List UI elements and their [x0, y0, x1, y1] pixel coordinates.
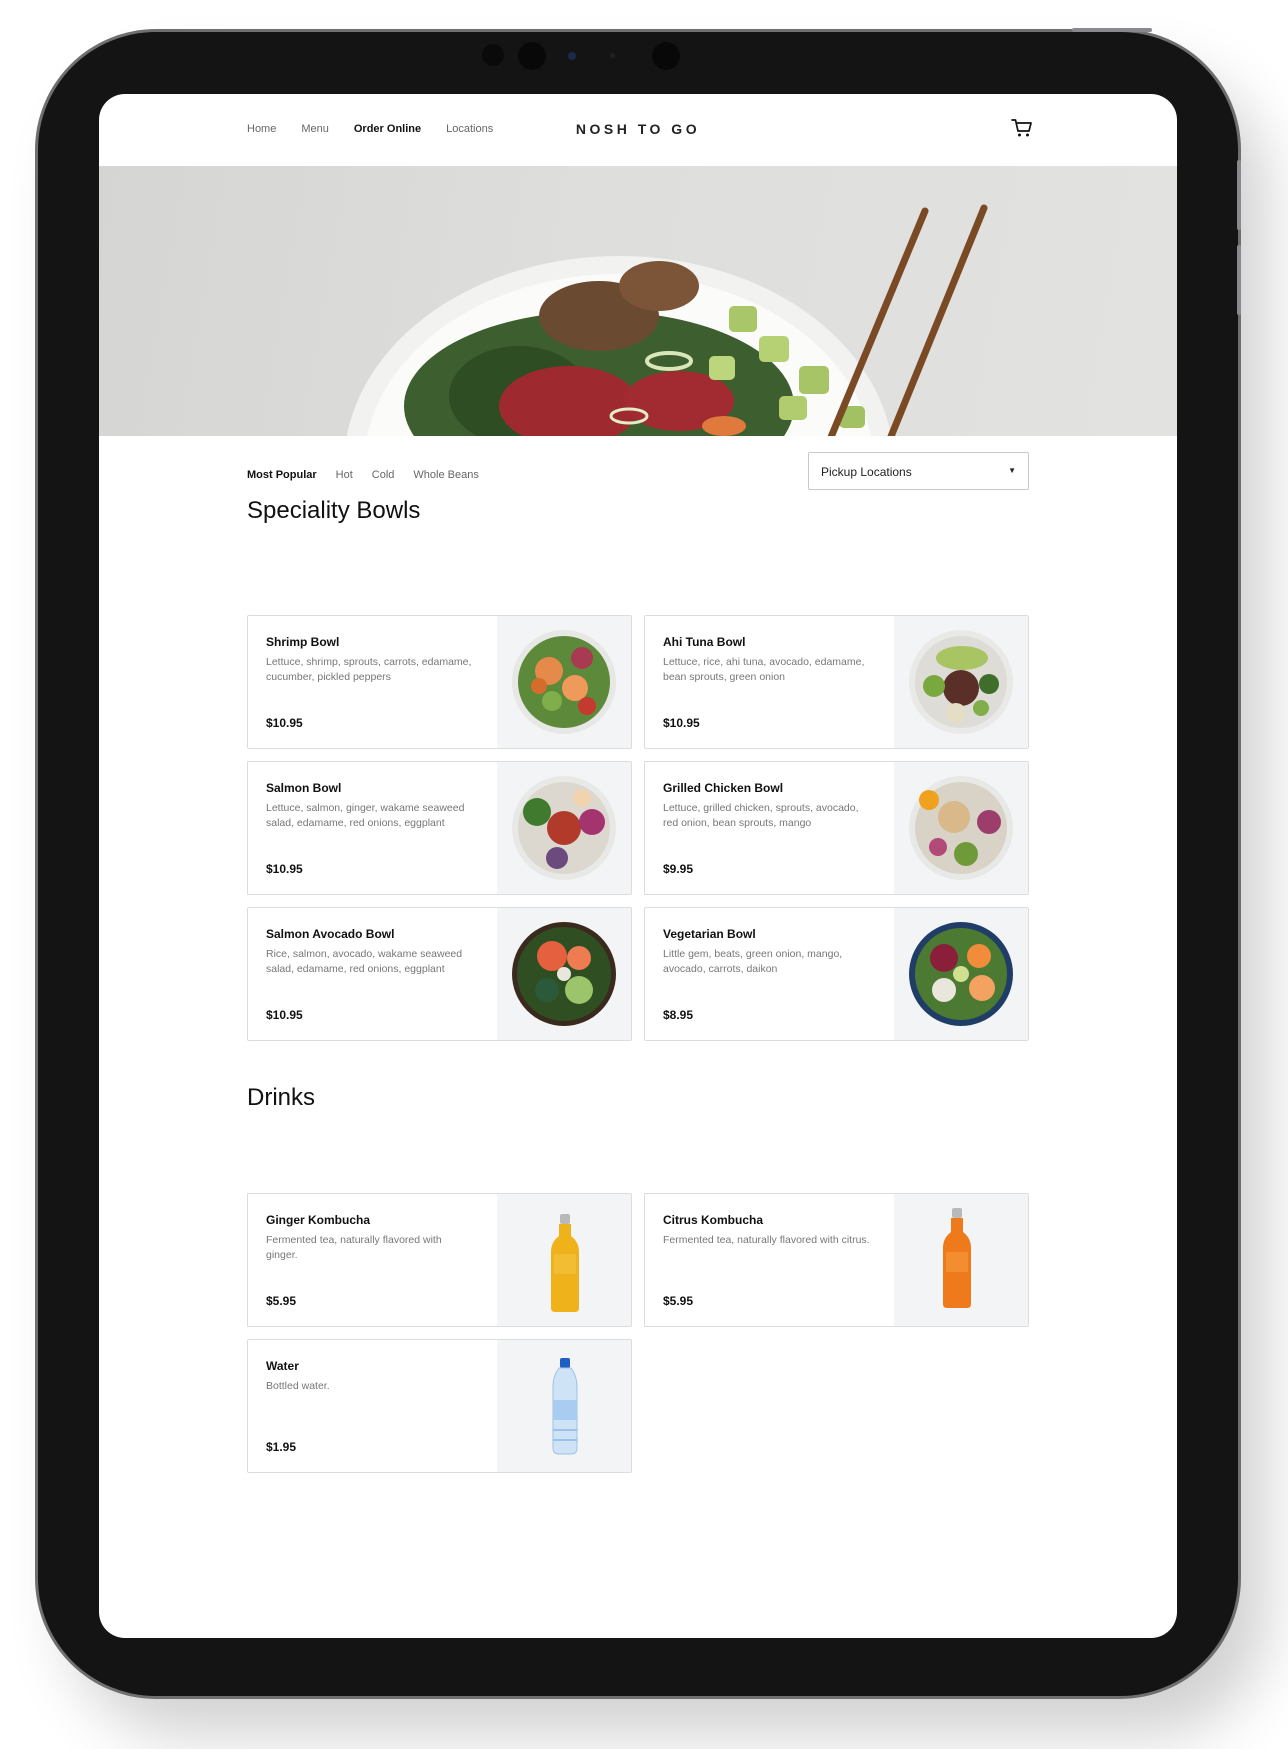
- tab-cold[interactable]: Cold: [372, 469, 395, 481]
- item-price: $10.95: [266, 716, 303, 730]
- item-description: Fermented tea, naturally flavored with g…: [266, 1234, 442, 1261]
- section-title-drinks: Drinks: [247, 1084, 316, 1111]
- camera-sensor: [568, 52, 576, 60]
- tab-most-popular[interactable]: Most Popular: [247, 469, 317, 481]
- site-header: Home Menu Order Online Locations NOSH TO…: [99, 94, 1177, 166]
- item-description: Fermented tea, naturally flavored with c…: [663, 1234, 870, 1246]
- item-name: Salmon Bowl: [266, 781, 342, 795]
- item-name: Vegetarian Bowl: [663, 927, 756, 941]
- item-description: Rice, salmon, avocado, wakame seaweed sa…: [266, 948, 463, 975]
- cart-icon[interactable]: [1011, 118, 1033, 138]
- item-name: Grilled Chicken Bowl: [663, 781, 784, 795]
- web-page: Home Menu Order Online Locations NOSH TO…: [99, 94, 1177, 1638]
- camera-dot-small: [610, 53, 615, 58]
- item-name: Water: [266, 1359, 299, 1373]
- item-description: Lettuce, grilled chicken, sprouts, avoca…: [663, 802, 859, 829]
- volume-down-button: [1237, 245, 1241, 315]
- item-name: Ahi Tuna Bowl: [663, 635, 746, 649]
- category-tabs: Most Popular Hot Cold Whole Beans: [247, 469, 479, 481]
- item-price: $1.95: [266, 1440, 297, 1454]
- menu-card-vegetarian-bowl[interactable]: Vegetarian Bowl Little gem, beats, green…: [644, 907, 1029, 1041]
- caret-down-icon: ▼: [1008, 466, 1016, 475]
- menu-card-ginger-kombucha[interactable]: Ginger Kombucha Fermented tea, naturally…: [247, 1193, 632, 1327]
- item-image: [497, 908, 631, 1040]
- item-price: $8.95: [663, 1008, 694, 1022]
- item-description: Little gem, beats, green onion, mango, a…: [663, 948, 843, 975]
- item-description: Lettuce, salmon, ginger, wakame seaweed …: [266, 802, 465, 829]
- item-image: [497, 762, 631, 894]
- item-description: Lettuce, shrimp, sprouts, carrots, edama…: [266, 656, 472, 683]
- camera-dot: [482, 44, 504, 66]
- menu-card-citrus-kombucha[interactable]: Citrus Kombucha Fermented tea, naturally…: [644, 1193, 1029, 1327]
- item-price: $10.95: [266, 862, 303, 876]
- item-description: Bottled water.: [266, 1380, 330, 1392]
- menu-card-ahi-tuna-bowl[interactable]: Ahi Tuna Bowl Lettuce, rice, ahi tuna, a…: [644, 615, 1029, 749]
- pickup-locations-select[interactable]: Pickup Locations ▼: [808, 452, 1029, 490]
- item-image: [497, 616, 631, 748]
- section-title-bowls: Speciality Bowls: [247, 497, 421, 524]
- item-price: $5.95: [266, 1294, 297, 1308]
- menu-card-shrimp-bowl[interactable]: Shrimp Bowl Lettuce, shrimp, sprouts, ca…: [247, 615, 632, 749]
- item-description: Lettuce, rice, ahi tuna, avocado, edamam…: [663, 656, 865, 683]
- item-image: [894, 762, 1028, 894]
- item-name: Ginger Kombucha: [266, 1213, 371, 1227]
- item-name: Shrimp Bowl: [266, 635, 340, 649]
- item-image: [894, 908, 1028, 1040]
- camera-flash: [652, 42, 680, 70]
- tab-hot[interactable]: Hot: [336, 469, 353, 481]
- hero-image: [99, 166, 1177, 436]
- item-price: $10.95: [266, 1008, 303, 1022]
- item-name: Salmon Avocado Bowl: [266, 927, 395, 941]
- item-name: Citrus Kombucha: [663, 1213, 764, 1227]
- item-image: [894, 616, 1028, 748]
- menu-card-salmon-bowl[interactable]: Salmon Bowl Lettuce, salmon, ginger, wak…: [247, 761, 632, 895]
- volume-up-button: [1237, 160, 1241, 230]
- item-price: $5.95: [663, 1294, 694, 1308]
- item-image: [497, 1194, 631, 1326]
- menu-card-salmon-avocado-bowl[interactable]: Salmon Avocado Bowl Rice, salmon, avocad…: [247, 907, 632, 1041]
- top-button: [1072, 28, 1152, 32]
- item-price: $10.95: [663, 716, 700, 730]
- tab-whole-beans[interactable]: Whole Beans: [413, 469, 478, 481]
- camera-lens: [518, 42, 546, 70]
- menu-card-grilled-chicken-bowl[interactable]: Grilled Chicken Bowl Lettuce, grilled ch…: [644, 761, 1029, 895]
- menu-card-water[interactable]: Water Bottled water. $1.95: [247, 1339, 632, 1473]
- item-price: $9.95: [663, 862, 694, 876]
- item-image: [497, 1340, 631, 1472]
- item-image: [894, 1194, 1028, 1326]
- pickup-locations-label: Pickup Locations: [821, 465, 912, 479]
